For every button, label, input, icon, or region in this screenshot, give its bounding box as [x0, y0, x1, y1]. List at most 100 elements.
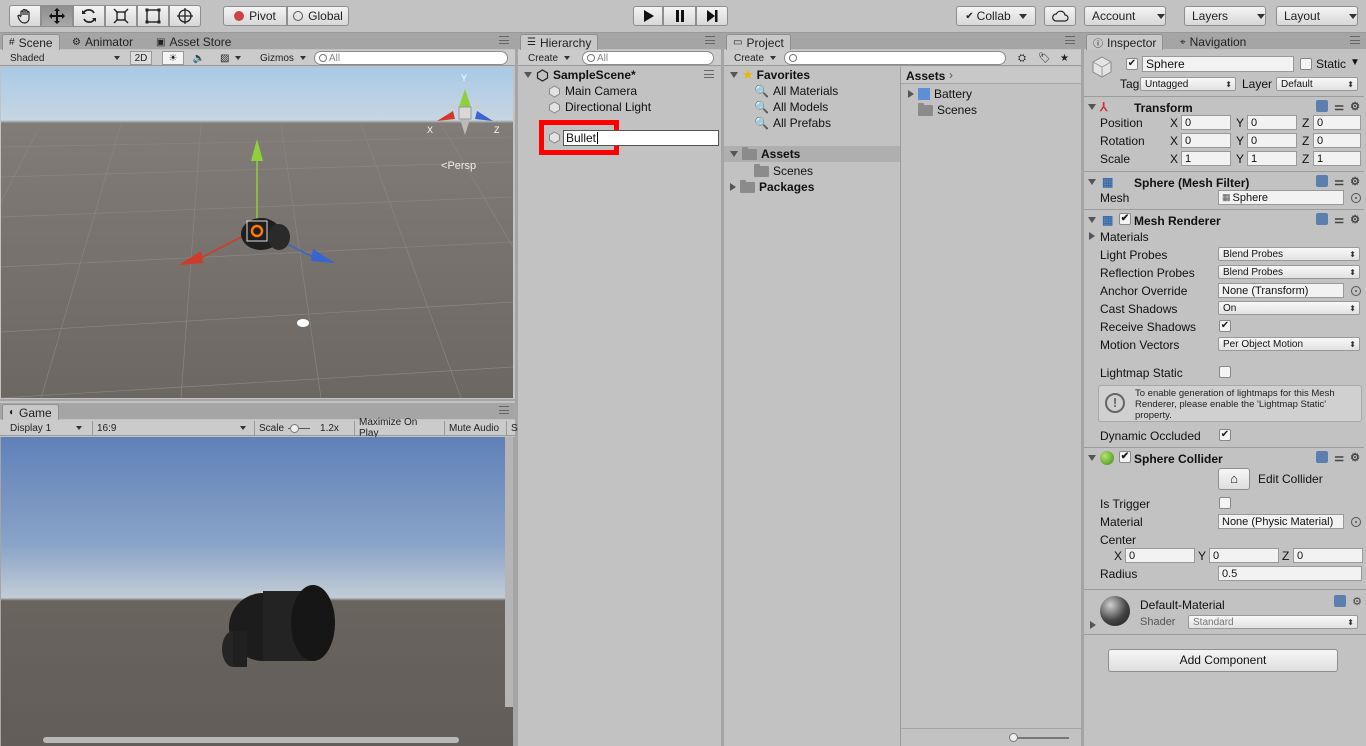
- packages-folder[interactable]: Packages: [730, 179, 814, 195]
- game-viewport[interactable]: [1, 437, 513, 746]
- scale-x-input[interactable]: 1: [1181, 151, 1231, 166]
- assets-scenes-folder[interactable]: Scenes: [754, 163, 813, 179]
- filter-label-button[interactable]: 🏷: [1034, 51, 1052, 65]
- mesh-renderer-component-header[interactable]: ▦ ✔ Mesh Renderer ⚌ ⚙: [1084, 209, 1364, 229]
- object-picker-icon[interactable]: [1351, 193, 1361, 203]
- tab-scene[interactable]: # Scene: [2, 34, 60, 50]
- motion-vectors-dropdown[interactable]: Per Object Motion: [1218, 337, 1360, 351]
- material-section[interactable]: Default-Material Shader Standard ⚙: [1084, 589, 1366, 635]
- project-search-input[interactable]: [784, 51, 1006, 65]
- scale-tool-button[interactable]: [105, 5, 137, 27]
- tab-hierarchy[interactable]: ☰ Hierarchy: [520, 34, 599, 50]
- perspective-label[interactable]: <Persp: [441, 160, 476, 172]
- asset-scenes-folder[interactable]: Scenes: [918, 102, 977, 118]
- help-book-icon[interactable]: [1316, 175, 1329, 187]
- mesh-field[interactable]: ▦ Sphere: [1218, 190, 1344, 205]
- rotate-tool-button[interactable]: [73, 5, 105, 27]
- transform-tool-button[interactable]: [169, 5, 201, 27]
- position-y-input[interactable]: 0: [1247, 115, 1297, 130]
- tab-game[interactable]: ◐ Game: [2, 404, 59, 420]
- rotation-x-input[interactable]: 0: [1181, 133, 1231, 148]
- pause-button[interactable]: [663, 6, 696, 26]
- game-vertical-scrollbar[interactable]: [505, 437, 513, 707]
- gizmos-dropdown[interactable]: Gizmos: [256, 51, 308, 65]
- hierarchy-item-main-camera[interactable]: Main Camera: [548, 83, 637, 99]
- scene-search-input[interactable]: All: [314, 51, 508, 65]
- add-component-button[interactable]: Add Component: [1108, 649, 1338, 672]
- radius-input[interactable]: 0.5: [1218, 566, 1362, 581]
- materials-row[interactable]: Materials: [1084, 228, 1364, 246]
- aspect-dropdown[interactable]: 16:9: [92, 421, 250, 435]
- asset-battery[interactable]: Battery: [908, 86, 972, 102]
- light-gizmo-icon[interactable]: [297, 319, 309, 327]
- tab-asset-store[interactable]: ▣ Asset Store: [150, 34, 237, 50]
- tab-project[interactable]: ▭ Project: [726, 34, 791, 50]
- layers-dropdown[interactable]: Layers: [1184, 6, 1266, 26]
- scale-z-input[interactable]: 1: [1313, 151, 1361, 166]
- favorites-star-button[interactable]: ★: [1056, 51, 1074, 65]
- gear-icon[interactable]: ⚙: [1350, 175, 1360, 188]
- collider-material-field[interactable]: None (Physic Material): [1218, 514, 1344, 529]
- layout-dropdown[interactable]: Layout: [1276, 6, 1358, 26]
- maximize-on-play-toggle[interactable]: Maximize On Play: [354, 417, 442, 439]
- object-picker-icon[interactable]: [1351, 517, 1361, 527]
- rotation-z-input[interactable]: 0: [1313, 133, 1361, 148]
- scale-y-input[interactable]: 1: [1247, 151, 1297, 166]
- rect-tool-button[interactable]: [137, 5, 169, 27]
- mute-audio-toggle[interactable]: Mute Audio: [444, 421, 506, 435]
- cast-shadows-dropdown[interactable]: On: [1218, 301, 1360, 315]
- object-name-input[interactable]: Sphere: [1142, 56, 1294, 72]
- help-book-icon[interactable]: [1334, 595, 1347, 607]
- favorites-header[interactable]: ★ Favorites: [730, 67, 810, 83]
- gear-icon[interactable]: ⚙: [1350, 100, 1360, 113]
- light-probes-dropdown[interactable]: Blend Probes: [1218, 247, 1360, 261]
- inspector-menu-icon[interactable]: [1350, 36, 1360, 44]
- dynamic-occluded-checkbox[interactable]: ✔: [1219, 429, 1231, 441]
- hand-tool-button[interactable]: [9, 5, 41, 27]
- shader-dropdown[interactable]: Standard: [1188, 615, 1358, 629]
- hierarchy-create-dropdown[interactable]: Create: [524, 51, 568, 65]
- gear-icon[interactable]: ⚙: [1350, 213, 1360, 226]
- hierarchy-menu-icon[interactable]: [705, 36, 715, 44]
- effects-dropdown[interactable]: ▨: [216, 51, 246, 65]
- display-dropdown[interactable]: Display 1: [6, 421, 86, 435]
- tab-animator[interactable]: ⚙ Animator: [66, 34, 139, 50]
- scene-root-item[interactable]: SampleScene*: [524, 67, 714, 83]
- panel-menu-icon[interactable]: [499, 36, 509, 44]
- center-z-input[interactable]: 0: [1293, 548, 1363, 563]
- edit-collider-button[interactable]: ⌂: [1218, 468, 1250, 490]
- icon-size-slider-thumb[interactable]: [1009, 733, 1018, 742]
- position-z-input[interactable]: 0: [1313, 115, 1361, 130]
- preset-icon[interactable]: ⚌: [1334, 100, 1344, 113]
- sphere-collider-component-header[interactable]: ✔ Sphere Collider ⚌ ⚙: [1084, 447, 1364, 467]
- sphere-collider-enabled-checkbox[interactable]: ✔: [1119, 451, 1131, 463]
- receive-shadows-checkbox[interactable]: ✔: [1219, 320, 1231, 332]
- stats-toggle[interactable]: S: [506, 421, 518, 435]
- tag-dropdown[interactable]: Untagged: [1140, 77, 1236, 91]
- cloud-button[interactable]: [1044, 6, 1076, 26]
- object-picker-icon[interactable]: [1351, 286, 1361, 296]
- shading-mode-dropdown[interactable]: Shaded: [6, 51, 124, 65]
- reflection-probes-dropdown[interactable]: Blend Probes: [1218, 265, 1360, 279]
- move-gizmo[interactable]: [171, 137, 371, 277]
- hierarchy-search-input[interactable]: All: [582, 51, 714, 65]
- favorite-all-materials[interactable]: 🔍 All Materials: [754, 83, 838, 99]
- step-button[interactable]: [696, 6, 728, 26]
- static-checkbox[interactable]: [1300, 58, 1312, 70]
- tab-navigation[interactable]: ⌖ Navigation: [1174, 34, 1252, 50]
- mesh-renderer-enabled-checkbox[interactable]: ✔: [1119, 213, 1131, 225]
- center-x-input[interactable]: 0: [1125, 548, 1195, 563]
- help-book-icon[interactable]: [1316, 213, 1329, 225]
- mode-2d-toggle[interactable]: 2D: [130, 51, 152, 65]
- assets-folder-selected[interactable]: Assets: [724, 146, 900, 162]
- anchor-override-field[interactable]: None (Transform): [1218, 283, 1344, 298]
- preset-icon[interactable]: ⚌: [1334, 451, 1344, 464]
- global-toggle[interactable]: Global: [287, 6, 349, 26]
- tab-inspector[interactable]: ⓘ Inspector: [1086, 34, 1164, 50]
- project-split-divider[interactable]: [900, 67, 901, 746]
- rotation-y-input[interactable]: 0: [1247, 133, 1297, 148]
- account-dropdown[interactable]: Account: [1084, 6, 1166, 26]
- play-button[interactable]: [633, 6, 663, 26]
- hierarchy-item-directional-light[interactable]: Directional Light: [548, 99, 651, 115]
- pivot-toggle[interactable]: Pivot: [223, 6, 287, 26]
